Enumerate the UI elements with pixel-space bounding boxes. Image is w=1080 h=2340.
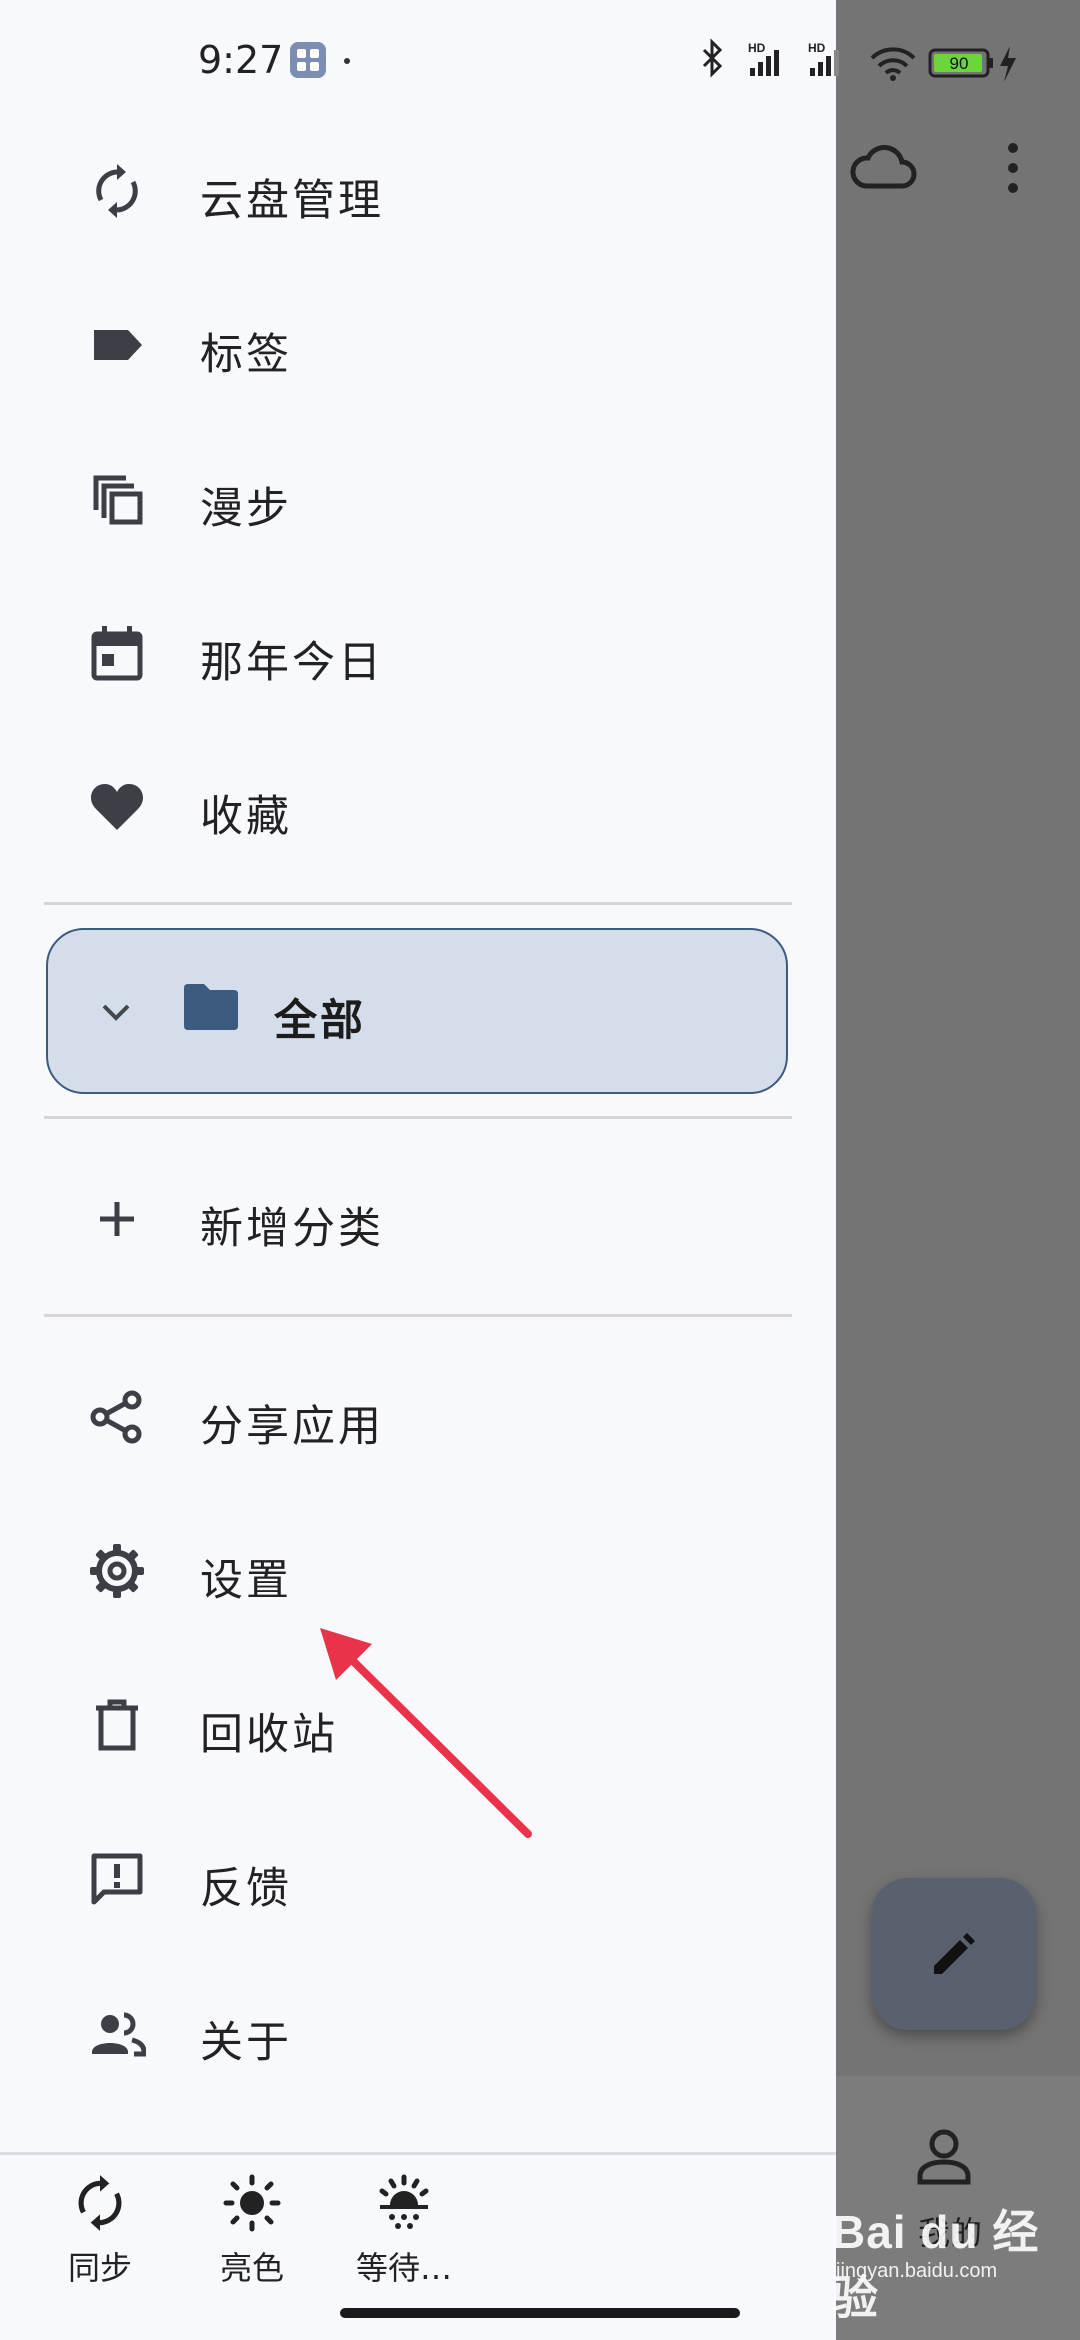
menu-item-wander[interactable]: 漫步 — [0, 438, 836, 558]
label-icon — [94, 330, 142, 360]
bluetooth-icon — [702, 38, 723, 78]
home-indicator[interactable] — [340, 2308, 740, 2318]
hd-badge-2: HD — [808, 41, 826, 55]
plus-icon — [100, 1202, 134, 1236]
sun-icon — [223, 2174, 281, 2232]
folder-icon — [184, 984, 238, 1030]
add-category-button[interactable]: 新增分类 — [0, 1158, 836, 1278]
charging-icon — [1000, 46, 1016, 82]
menu-item-favorites[interactable]: 收藏 — [0, 746, 836, 866]
people-icon — [92, 2012, 146, 2057]
menu-label: 收藏 — [200, 792, 292, 842]
menu-label: 那年今日 — [200, 638, 384, 688]
divider — [44, 902, 792, 905]
menu-label: 标签 — [200, 330, 292, 380]
sync-button[interactable]: 同步 — [30, 2173, 170, 2303]
copy-icon — [93, 475, 143, 525]
menu-item-settings[interactable]: 设置 — [0, 1510, 836, 1630]
menu-label: 新增分类 — [200, 1204, 384, 1254]
folder-label: 全部 — [274, 996, 366, 1046]
sync-icon — [78, 2175, 122, 2231]
menu-label: 设置 — [200, 1556, 292, 1606]
more-vert-icon[interactable] — [1000, 140, 1026, 200]
edit-fab-button[interactable] — [872, 1878, 1036, 2030]
share-icon — [90, 1390, 142, 1444]
watermark-sub: jingyan.baidu.com — [836, 2260, 998, 2282]
hd-badge-1: HD — [748, 41, 766, 55]
status-icons: HD HD 90 — [702, 38, 1016, 82]
divider — [44, 1116, 792, 1119]
divider — [44, 1314, 792, 1317]
heart-icon — [90, 784, 144, 830]
sync-label: 同步 — [67, 2249, 132, 2287]
trash-icon — [96, 1699, 138, 1751]
notification-dot — [344, 58, 350, 64]
cloud-icon[interactable] — [848, 138, 918, 198]
light-theme-label: 亮色 — [219, 2249, 284, 2287]
gear-icon — [90, 1544, 144, 1598]
pencil-icon — [934, 1933, 975, 1974]
light-theme-button[interactable]: 亮色 — [182, 2173, 322, 2303]
sunrise-icon — [379, 2174, 429, 2229]
menu-label: 漫步 — [200, 484, 292, 534]
battery-icon: 90 — [928, 48, 993, 78]
battery-level: 90 — [950, 54, 969, 73]
menu-item-cloud-management[interactable]: 云盘管理 — [0, 130, 836, 250]
menu-item-about[interactable]: 关于 — [0, 1972, 836, 2092]
menu-label: 反馈 — [200, 1864, 292, 1914]
menu-item-feedback[interactable]: 反馈 — [0, 1818, 836, 1938]
menu-label: 关于 — [200, 2018, 292, 2068]
menu-item-recycle-bin[interactable]: 回收站 — [0, 1664, 836, 1784]
calendar-icon — [91, 626, 143, 681]
menu-item-on-this-day[interactable]: 那年今日 — [0, 592, 836, 712]
auto-theme-button[interactable]: 等待… — [334, 2173, 474, 2303]
wifi-icon — [870, 47, 916, 81]
menu-label: 云盘管理 — [200, 176, 384, 226]
menu-label: 分享应用 — [200, 1402, 384, 1452]
chevron-down-icon[interactable] — [92, 988, 140, 1036]
auto-theme-label: 等待… — [355, 2249, 452, 2287]
navigation-drawer: 9:27 HD HD 90 云盘管理 标签 漫步 那年今日 收藏 全部 新增分类… — [0, 0, 1016, 2340]
feedback-icon — [91, 1853, 143, 1905]
menu-item-share-app[interactable]: 分享应用 — [0, 1356, 836, 1476]
status-time: 9:27 — [198, 38, 284, 82]
sync-icon — [96, 164, 138, 218]
folder-item-all[interactable]: 全部 — [46, 928, 788, 1094]
app-notification-icon — [290, 42, 326, 78]
baidu-watermark: Bai du 经验 jingyan.baidu.com — [830, 2178, 1080, 2324]
menu-label: 回收站 — [200, 1710, 338, 1760]
menu-item-tags[interactable]: 标签 — [0, 284, 836, 404]
